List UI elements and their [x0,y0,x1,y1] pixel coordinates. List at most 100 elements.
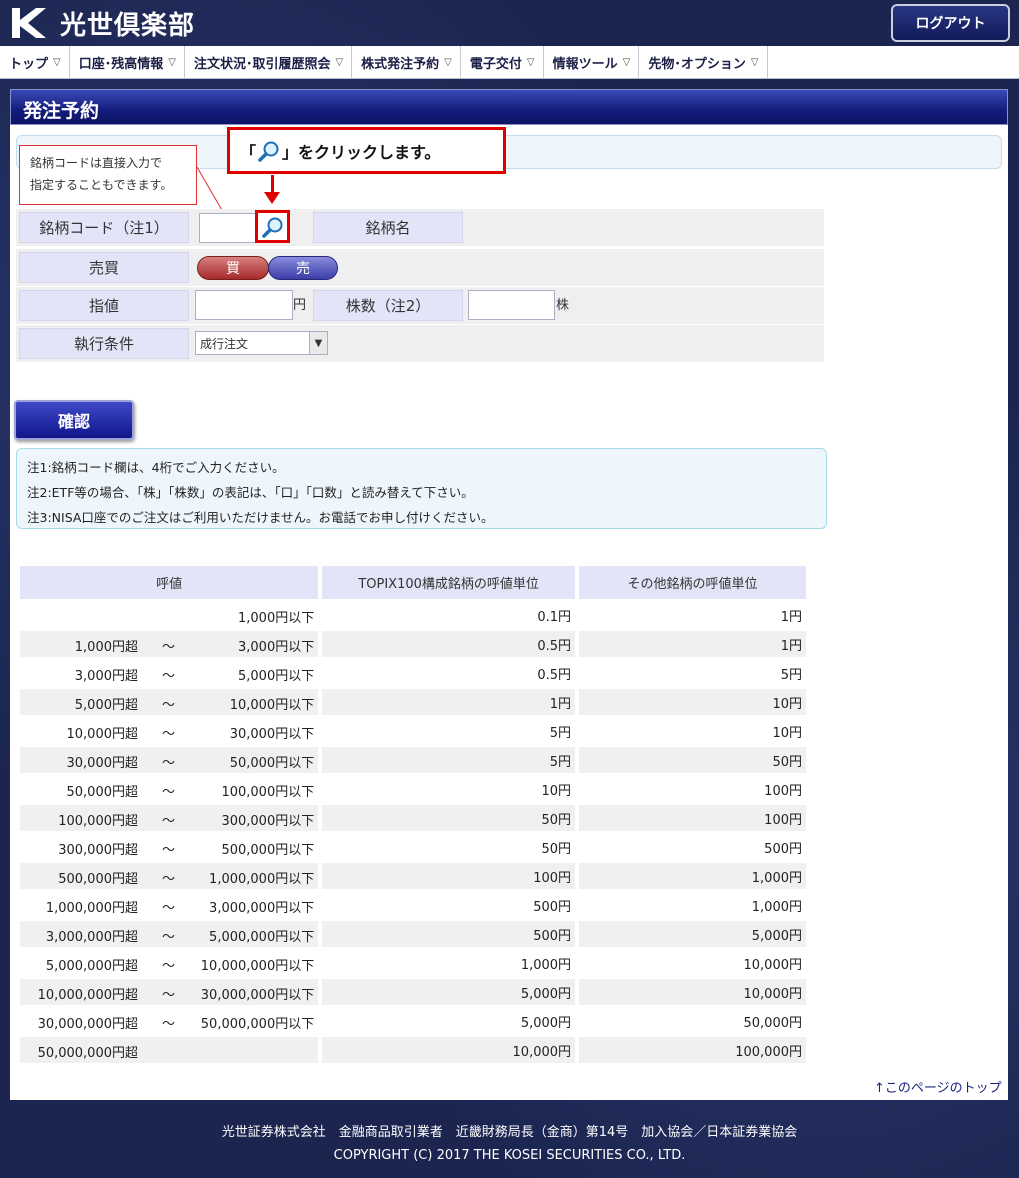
chevron-down-icon: ▽ [335,56,344,68]
nav-item-futures[interactable]: 先物･オプション ▽ [639,46,768,78]
range-tilde: ～ [162,1017,176,1032]
page-title: 発注予約 [23,100,100,122]
table-row: 1,000円超 ～ 3,000円以下 0.5円 1円 [20,631,806,657]
topix-tick-cell: 0.5円 [322,660,576,686]
range-lo: 500,000円超 [58,872,138,887]
price-range-cell: 300,000円超 ～ 500,000円以下 [20,834,319,860]
tick-table-body: 1,000円以下 0.1円 1円 1,000円超～ 3,000円以下 0.5円 1円 3,00… [20,602,806,1063]
other-tick-cell: 100円 [579,805,806,831]
chevron-down-icon: ▽ [526,56,535,68]
range-tilde: ～ [162,872,176,887]
buy-button[interactable]: 買 [197,256,269,280]
table-row: 10,000,000円超 ～ 30,000,000円以下 5,000円 10,000円 [20,979,806,1005]
topix-tick-cell: 500円 [322,921,576,947]
table-row: 500,000円超 ～ 1,000,000円以下 100円 1,000円 [20,863,806,889]
quantity-input[interactable] [468,290,555,320]
form-row-side: 売買 [16,249,824,286]
condition-label: 執行条件 [19,328,189,359]
topix-tick-cell: 5円 [322,747,576,773]
range-lo: 300,000円超 [58,843,138,858]
stock-code-input[interactable] [199,213,257,243]
table-row: 30,000円超 ～ 50,000円以下 5円 50円 [20,747,806,773]
topix-tick-cell: 10円 [322,776,576,802]
nav-label: 口座･残高情報 [78,56,164,72]
range-tilde: ～ [162,727,176,742]
topix-tick-cell: 500円 [322,892,576,918]
price-range-cell: 30,000,000円超 ～ 50,000,000円以下 [20,1008,319,1034]
column-header: 呼値 [20,566,319,599]
logout-button[interactable]: ログアウト [891,4,1010,42]
chevron-down-icon: ▽ [750,56,759,68]
range-tilde: ～ [162,814,176,829]
range-hi: 10,000,000円以下 [200,959,315,974]
other-tick-cell: 50円 [579,747,806,773]
page-title-bar: 発注予約 [10,89,1008,125]
other-tick-cell: 100,000円 [579,1037,806,1063]
chevron-down-icon: ▽ [168,56,176,68]
nav-item-reservation[interactable]: 株式発注予約 ▽ [352,46,461,78]
range-tilde: ～ [162,756,176,771]
range-tilde: ～ [162,930,176,945]
chevron-down-icon: ▽ [53,56,61,68]
topix-tick-cell: 50円 [322,834,576,860]
price-range-cell: 10,000円超 ～ 30,000円以下 [20,718,319,744]
page-top-link[interactable]: ↑このページのトップへ [874,1077,1008,1115]
range-tilde: ～ [162,959,176,974]
range-tilde: ～ [162,785,176,800]
search-stock-button[interactable] [255,210,290,243]
other-tick-cell: 10円 [579,718,806,744]
topix-tick-cell: 1,000円 [322,950,576,976]
execution-condition-select[interactable]: 成行注文 ▼ [195,331,328,355]
magnifier-icon [261,217,282,238]
price-range-cell: 30,000円超 ～ 50,000円以下 [20,747,319,773]
note-line: 注2:ETF等の場合、「株」「株数」の表記は、「口」「口数」と読み替えて下さい。 [27,485,474,500]
other-tick-cell: 1,000円 [579,892,806,918]
magnifier-icon [258,141,279,162]
table-row: 50,000,000円超 10,000円 100,000円 [20,1037,806,1063]
table-row: 10,000円超 ～ 30,000円以下 5円 10円 [20,718,806,744]
nav-item-top[interactable]: トップ ▽ [0,46,70,78]
price-range-cell: 10,000,000円超 ～ 30,000,000円以下 [20,979,319,1005]
logo[interactable]: 光世倶楽部 [6,4,195,42]
select-value: 成行注文 [200,337,249,351]
nav-label: 情報ツール [552,56,618,72]
sell-button[interactable]: 売 [268,256,338,280]
range-lo: 30,000,000円超 [37,1017,138,1032]
range-lo: 3,000円超 [74,669,138,684]
price-range-cell: 1,000,000円超 ～ 3,000,000円以下 [20,892,319,918]
chevron-down-icon: ▼ [309,332,327,354]
nav-item-edelivery[interactable]: 電子交付 ▽ [461,46,544,78]
price-range-cell: 500,000円超 ～ 1,000,000円以下 [20,863,319,889]
topix-tick-cell: 0.5円 [322,631,576,657]
nav-item-orders[interactable]: 注文状況･取引履歴照会 ▽ [185,46,353,78]
other-tick-cell: 50,000円 [579,1008,806,1034]
table-row: 5,000,000円超 ～ 10,000,000円以下 1,000円 10,000円 [20,950,806,976]
price-range-cell: 50,000,000円超 [20,1037,319,1063]
form-row-condition: 執行条件 [16,325,824,362]
footer-company: 光世証券株式会社 金融商品取引業者 近畿財務局長（金商）第14号 加入協会／日本… [221,1125,798,1140]
topix-tick-cell: 1円 [322,689,576,715]
qty-unit: 株 [556,298,570,313]
range-hi: 30,000円以下 [229,727,315,742]
nav-item-tools[interactable]: 情報ツール ▽ [544,46,640,78]
range-hi: 50,000,000円以下 [200,1017,315,1032]
other-tick-cell: 10,000円 [579,979,806,1005]
range-hi: 5,000円以下 [238,669,315,684]
tip-line: 銘柄コードは直接入力で [30,156,163,170]
arrow-down-icon [264,192,280,204]
nav-item-account[interactable]: 口座･残高情報 ▽ [70,46,185,78]
price-range-cell: 3,000,000円超 ～ 5,000,000円以下 [20,921,319,947]
table-row: 30,000,000円超 ～ 50,000,000円以下 5,000円 50,000円 [20,1008,806,1034]
main-panel: 発注予約 銘柄コードは直接入力で 指定することもできます。 「 」をクリックしま… [10,89,1008,1115]
table-row: 50,000円超 ～ 100,000円以下 10円 100円 [20,776,806,802]
range-hi: 1,000,000円以下 [209,872,315,887]
price-unit: 円 [293,298,307,313]
confirm-button[interactable]: 確認 [14,400,134,440]
range-lo: 10,000円超 [66,727,139,742]
limit-price-input[interactable] [195,290,293,320]
range-lo: 50,000円超 [66,785,139,800]
price-range-cell: 100,000円超 ～ 300,000円以下 [20,805,319,831]
header: 光世倶楽部 ログアウト [0,0,1019,46]
callout-open: 「 [240,142,257,162]
range-hi: 5,000,000円以下 [209,930,315,945]
